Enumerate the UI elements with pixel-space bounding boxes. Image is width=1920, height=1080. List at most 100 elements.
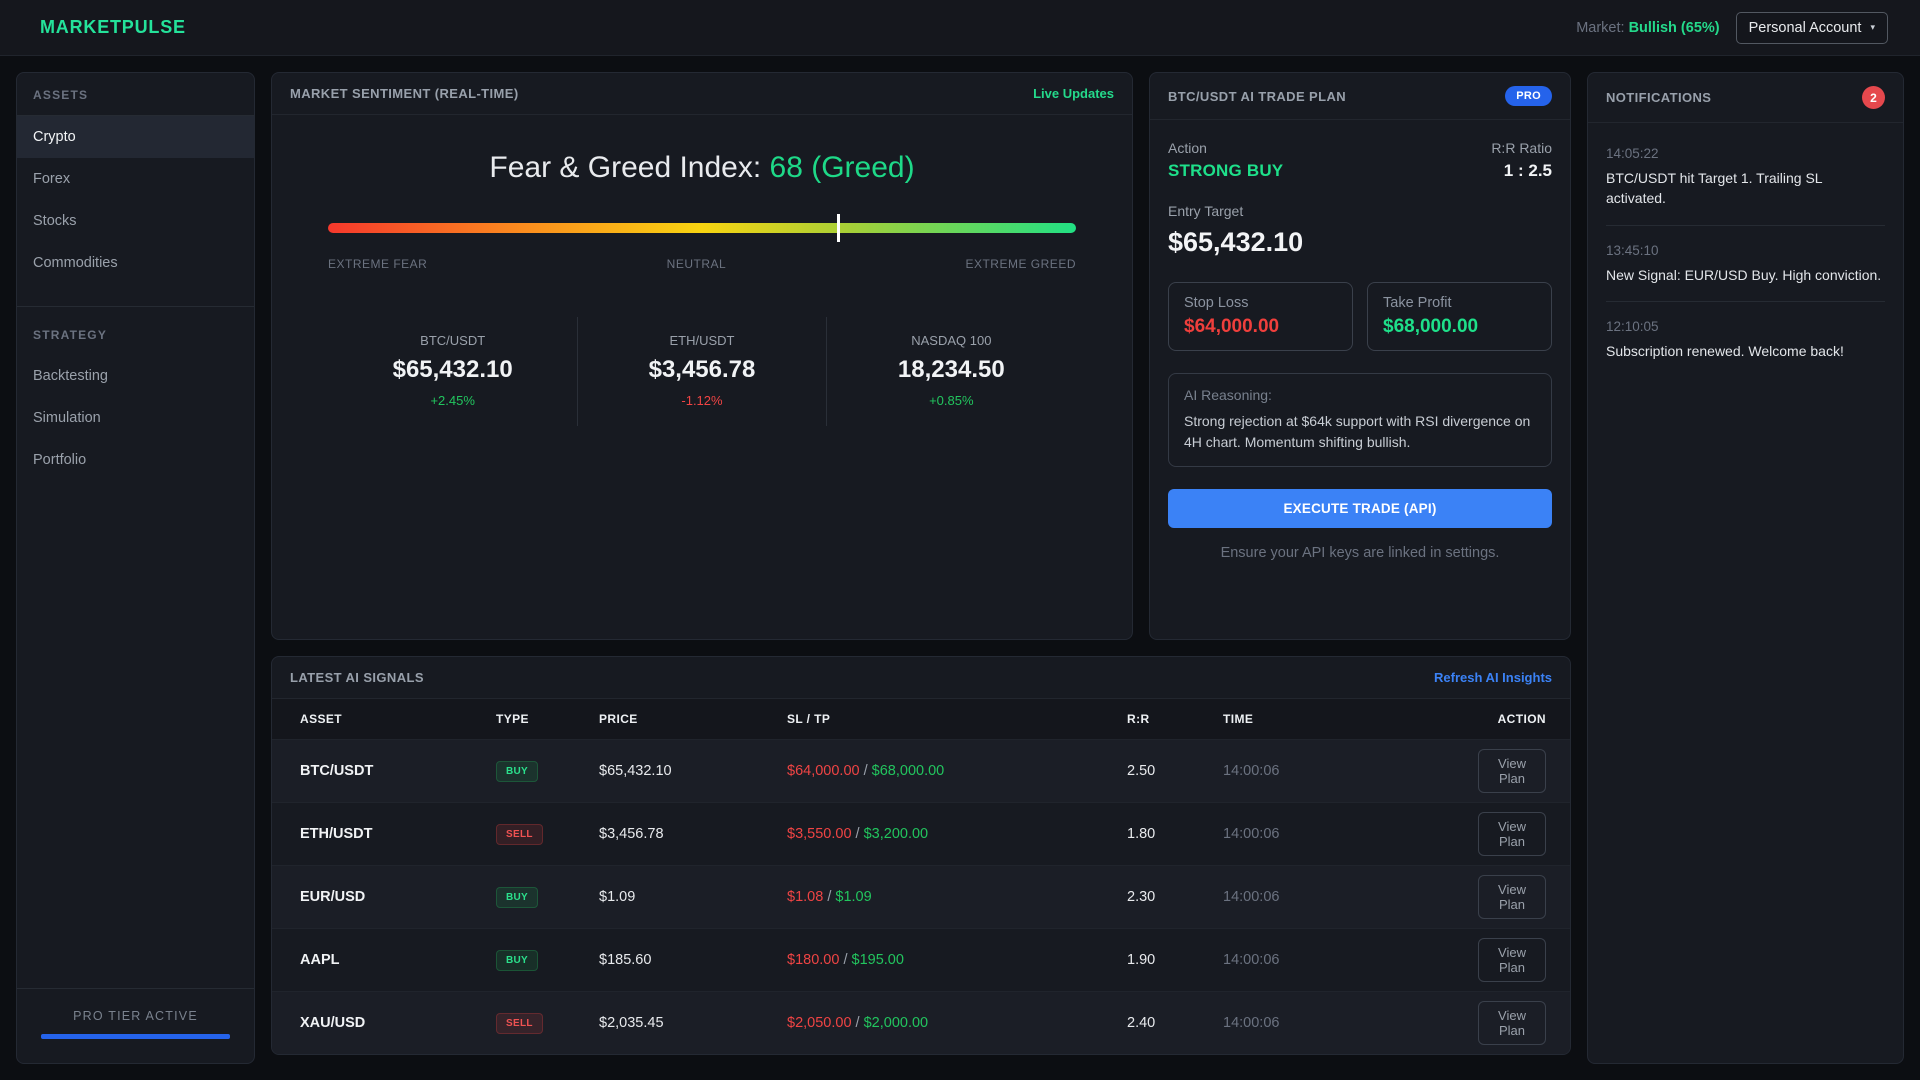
fear-greed-gradient-bar — [328, 223, 1076, 233]
fear-greed-scale: EXTREME FEAR NEUTRAL EXTREME GREED — [328, 257, 1076, 271]
notification-message: BTC/USDT hit Target 1. Trailing SL activ… — [1606, 168, 1885, 209]
sentiment-card-body: Fear & Greed Index: 68 (Greed) EXTREME F… — [272, 115, 1132, 426]
notification-message: Subscription renewed. Welcome back! — [1606, 341, 1885, 361]
signal-price: $185.60 — [599, 929, 787, 992]
ticker-eth: ETH/USDT $3,456.78 -1.12% — [577, 317, 826, 426]
entry-target-label: Entry Target — [1168, 203, 1552, 219]
stop-loss-box: Stop Loss $64,000.00 — [1168, 282, 1353, 351]
market-sentiment-summary: Market: Bullish (65%) — [1576, 20, 1719, 36]
col-asset: ASSET — [272, 699, 496, 740]
col-action: ACTION — [1478, 699, 1570, 740]
sidebar-footer: PRO TIER ACTIVE — [17, 988, 254, 1063]
action-block: Action STRONG BUY — [1168, 140, 1283, 181]
ticker-btc: BTC/USDT $65,432.10 +2.45% — [328, 317, 577, 426]
signal-price: $1.09 — [599, 866, 787, 929]
ticker-symbol: BTC/USDT — [328, 333, 577, 348]
trade-plan-card: BTC/USDT AI TRADE PLAN PRO Action STRONG… — [1149, 72, 1571, 640]
signal-rr: 1.80 — [1127, 803, 1223, 866]
signals-table-head: ASSET TYPE PRICE SL / TP R:R TIME ACTION — [272, 699, 1570, 740]
ticker-change: +2.45% — [328, 393, 577, 408]
signal-price: $2,035.45 — [599, 992, 787, 1055]
live-updates-label: Live Updates — [1033, 86, 1114, 101]
ticker-price: $3,456.78 — [578, 356, 825, 384]
signal-type-badge: BUY — [496, 761, 538, 782]
app-body: ASSETS Crypto Forex Stocks Commodities S… — [0, 56, 1920, 1080]
pro-badge: PRO — [1505, 86, 1552, 106]
signal-tp: $1.09 — [835, 889, 871, 905]
signal-asset: BTC/USDT — [272, 740, 496, 803]
sidebar-item-portfolio[interactable]: Portfolio — [17, 439, 254, 481]
signal-sl: $3,550.00 — [787, 826, 852, 842]
scale-extreme-fear: EXTREME FEAR — [328, 257, 427, 271]
signal-asset: ETH/USDT — [272, 803, 496, 866]
market-status: Bullish (65%) — [1629, 20, 1720, 36]
sidebar-item-commodities[interactable]: Commodities — [17, 242, 254, 284]
notifications-list: 14:05:22 BTC/USDT hit Target 1. Trailing… — [1588, 123, 1903, 377]
col-price: PRICE — [599, 699, 787, 740]
app-logo: MARKETPULSE — [40, 17, 186, 38]
top-header: MARKETPULSE Market: Bullish (65%) Person… — [0, 0, 1920, 56]
account-dropdown[interactable]: Personal Account ▾ — [1736, 12, 1888, 44]
signal-tp: $195.00 — [852, 952, 904, 968]
refresh-insights-link[interactable]: Refresh AI Insights — [1434, 670, 1552, 685]
sidebar-item-forex[interactable]: Forex — [17, 158, 254, 200]
signal-rr: 2.30 — [1127, 866, 1223, 929]
signal-sl: $2,050.00 — [787, 1015, 852, 1031]
action-row: Action STRONG BUY R:R Ratio 1 : 2.5 — [1168, 140, 1552, 181]
sidebar-item-crypto[interactable]: Crypto — [17, 116, 254, 158]
separator: / — [864, 763, 868, 779]
signal-price: $3,456.78 — [599, 803, 787, 866]
sidebar-item-simulation[interactable]: Simulation — [17, 397, 254, 439]
ai-reasoning-label: AI Reasoning: — [1184, 387, 1536, 403]
separator: / — [856, 826, 860, 842]
signal-rr: 1.90 — [1127, 929, 1223, 992]
sidebar-item-stocks[interactable]: Stocks — [17, 200, 254, 242]
view-plan-button[interactable]: View Plan — [1478, 812, 1546, 856]
notifications-count-badge: 2 — [1862, 86, 1885, 109]
table-row: AAPL BUY $185.60 $180.00 / $195.00 1.90 … — [272, 929, 1570, 992]
scale-extreme-greed: EXTREME GREED — [965, 257, 1076, 271]
signals-card-header: LATEST AI SIGNALS Refresh AI Insights — [272, 657, 1570, 699]
view-plan-button[interactable]: View Plan — [1478, 749, 1546, 793]
sidebar-item-backtesting[interactable]: Backtesting — [17, 355, 254, 397]
fear-greed-value: 68 (Greed) — [770, 151, 915, 184]
execute-trade-button[interactable]: EXECUTE TRADE (API) — [1168, 489, 1552, 528]
trade-plan-body: Action STRONG BUY R:R Ratio 1 : 2.5 Entr… — [1150, 120, 1570, 581]
col-type: TYPE — [496, 699, 599, 740]
view-plan-button[interactable]: View Plan — [1478, 938, 1546, 982]
signal-rr: 2.50 — [1127, 740, 1223, 803]
view-plan-button[interactable]: View Plan — [1478, 875, 1546, 919]
ticker-row: BTC/USDT $65,432.10 +2.45% ETH/USDT $3,4… — [328, 317, 1076, 426]
signal-type-badge: SELL — [496, 1013, 543, 1034]
header-right: Market: Bullish (65%) Personal Account ▾ — [1576, 12, 1888, 44]
notification-time: 12:10:05 — [1606, 319, 1885, 334]
signal-sl: $180.00 — [787, 952, 839, 968]
view-plan-button[interactable]: View Plan — [1478, 1001, 1546, 1045]
ticker-symbol: ETH/USDT — [578, 333, 825, 348]
signal-sltp: $64,000.00 / $68,000.00 — [787, 740, 1127, 803]
action-value: STRONG BUY — [1168, 161, 1283, 181]
scale-neutral: NEUTRAL — [667, 257, 727, 271]
ai-reasoning-box: AI Reasoning: Strong rejection at $64k s… — [1168, 373, 1552, 467]
col-sltp: SL / TP — [787, 699, 1127, 740]
entry-target-block: Entry Target $65,432.10 — [1168, 203, 1552, 258]
separator: / — [856, 1015, 860, 1031]
notifications-title: NOTIFICATIONS — [1606, 90, 1711, 105]
signal-sltp: $180.00 / $195.00 — [787, 929, 1127, 992]
table-row: ETH/USDT SELL $3,456.78 $3,550.00 / $3,2… — [272, 803, 1570, 866]
notification-time: 13:45:10 — [1606, 243, 1885, 258]
sidebar: ASSETS Crypto Forex Stocks Commodities S… — [16, 72, 255, 1064]
pro-tier-label: PRO TIER ACTIVE — [41, 1009, 230, 1023]
rr-block: R:R Ratio 1 : 2.5 — [1491, 140, 1552, 181]
ticker-nasdaq: NASDAQ 100 18,234.50 +0.85% — [827, 317, 1076, 426]
signal-tp: $2,000.00 — [864, 1015, 929, 1031]
signal-type-badge: BUY — [496, 950, 538, 971]
signal-time: 14:00:06 — [1223, 992, 1478, 1055]
signal-price: $65,432.10 — [599, 740, 787, 803]
signal-asset: AAPL — [272, 929, 496, 992]
sidebar-section-title: STRATEGY — [17, 313, 254, 355]
signals-table: ASSET TYPE PRICE SL / TP R:R TIME ACTION… — [272, 699, 1570, 1054]
trade-plan-title: BTC/USDT AI TRADE PLAN — [1168, 89, 1346, 104]
signal-tp: $3,200.00 — [864, 826, 929, 842]
ticker-price: $65,432.10 — [328, 356, 577, 384]
